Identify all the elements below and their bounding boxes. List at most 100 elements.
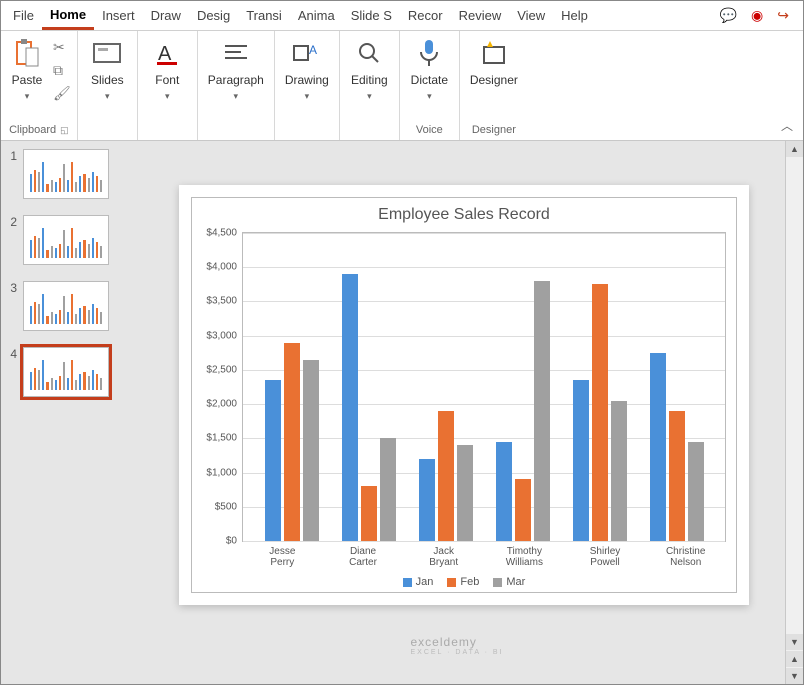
prev-slide-icon[interactable]: ▲: [786, 651, 803, 667]
tab-file[interactable]: File: [5, 3, 42, 28]
tab-review[interactable]: Review: [451, 3, 510, 28]
tab-draw[interactable]: Draw: [143, 3, 189, 28]
font-icon: A: [151, 37, 183, 69]
slide-thumbnails: 1234: [1, 141, 129, 684]
x-label: TimothyWilliams: [484, 544, 565, 570]
thumbnail-number: 3: [5, 281, 17, 295]
format-painter-icon[interactable]: 🖌: [53, 85, 71, 102]
bar: [592, 284, 608, 541]
slide[interactable]: Employee Sales Record $0$500$1,000$1,500…: [179, 185, 749, 605]
bar-group: [561, 233, 638, 541]
quick-access: 💬 ◉ ↪: [720, 7, 799, 24]
bar: [303, 360, 319, 541]
tab-design[interactable]: Desig: [189, 3, 238, 28]
comment-icon[interactable]: 💬: [720, 7, 737, 24]
y-tick: $4,000: [197, 262, 237, 273]
dialog-launcher-icon[interactable]: ◱: [60, 125, 69, 136]
group-slides: Slides ▾: [78, 31, 138, 140]
bar: [284, 343, 300, 541]
y-tick: $2,000: [197, 399, 237, 410]
x-label: JackBryant: [403, 544, 484, 570]
bar: [342, 274, 358, 541]
y-tick: $0: [197, 536, 237, 547]
y-tick: $2,500: [197, 364, 237, 375]
shapes-icon: A: [291, 37, 323, 69]
designer-button[interactable]: Designer: [466, 35, 522, 89]
bar: [496, 442, 512, 541]
tab-view[interactable]: View: [509, 3, 553, 28]
group-clipboard: Paste ▾ ✂ ⧉ 🖌 Clipboard◱: [1, 31, 78, 140]
y-tick: $1,000: [197, 467, 237, 478]
group-voice: Dictate ▾ Voice: [400, 31, 460, 140]
thumbnail-2[interactable]: [23, 215, 109, 265]
paste-button[interactable]: Paste ▾: [7, 35, 47, 104]
paragraph-icon: [220, 37, 252, 69]
paragraph-button[interactable]: Paragraph ▾: [204, 35, 268, 104]
editing-button[interactable]: Editing ▾: [347, 35, 392, 104]
dictate-button[interactable]: Dictate ▾: [407, 35, 452, 104]
thumbnail-row: 4: [5, 347, 125, 397]
font-button[interactable]: A Font ▾: [147, 35, 187, 104]
group-designer: Designer Designer: [460, 31, 528, 140]
bar-group: [638, 233, 715, 541]
slides-button[interactable]: Slides ▾: [87, 35, 128, 104]
bar: [419, 459, 435, 541]
thumbnail-3[interactable]: [23, 281, 109, 331]
tab-insert[interactable]: Insert: [94, 3, 143, 28]
next-slide-icon[interactable]: ▼: [786, 668, 803, 684]
legend-item: Feb: [447, 576, 479, 588]
watermark: exceldemy EXCEL · DATA · BI: [411, 635, 504, 656]
bar: [611, 401, 627, 541]
collapse-ribbon-icon[interactable]: ︿: [771, 111, 803, 140]
group-paragraph: Paragraph ▾: [198, 31, 275, 140]
designer-icon: [478, 37, 510, 69]
share-icon[interactable]: ↪: [777, 7, 789, 24]
thumbnail-4[interactable]: [23, 347, 109, 397]
tab-slideshow[interactable]: Slide S: [343, 3, 400, 28]
bar-group: [484, 233, 561, 541]
record-icon[interactable]: ◉: [751, 7, 763, 24]
copy-icon[interactable]: ⧉: [53, 62, 71, 79]
legend-item: Mar: [493, 576, 525, 588]
tab-animations[interactable]: Anima: [290, 3, 343, 28]
chart[interactable]: Employee Sales Record $0$500$1,000$1,500…: [191, 197, 737, 593]
y-tick: $500: [197, 501, 237, 512]
bar-group: [253, 233, 330, 541]
bar: [688, 442, 704, 541]
bar: [573, 380, 589, 541]
chevron-down-icon: ▾: [25, 91, 30, 102]
bar: [361, 486, 377, 541]
chart-x-labels: JessePerryDianeCarterJackBryantTimothyWi…: [242, 544, 726, 570]
cut-icon[interactable]: ✂: [53, 39, 71, 56]
workspace: 1234 Employee Sales Record $0$500$1,000$…: [1, 141, 803, 684]
tab-transitions[interactable]: Transi: [238, 3, 290, 28]
y-tick: $3,500: [197, 296, 237, 307]
thumbnail-row: 2: [5, 215, 125, 265]
vertical-scrollbar[interactable]: ▲ ▼ ▲ ▼: [785, 141, 803, 684]
bar: [438, 411, 454, 541]
bar: [534, 281, 550, 541]
x-label: ChristineNelson: [645, 544, 726, 570]
bar: [669, 411, 685, 541]
slide-canvas[interactable]: Employee Sales Record $0$500$1,000$1,500…: [129, 141, 785, 684]
bar: [457, 445, 473, 541]
bar: [380, 438, 396, 541]
search-icon: [353, 37, 385, 69]
x-label: ShirleyPowell: [565, 544, 646, 570]
tab-record[interactable]: Recor: [400, 3, 451, 28]
thumbnail-1[interactable]: [23, 149, 109, 199]
tab-help[interactable]: Help: [553, 3, 596, 28]
y-tick: $4,500: [197, 228, 237, 239]
bar: [650, 353, 666, 541]
svg-text:A: A: [309, 43, 317, 57]
chart-plot-area: $0$500$1,000$1,500$2,000$2,500$3,000$3,5…: [242, 232, 726, 542]
drawing-button[interactable]: A Drawing ▾: [281, 35, 333, 104]
bar: [515, 479, 531, 541]
chart-title: Employee Sales Record: [192, 198, 736, 228]
slides-icon: [91, 37, 123, 69]
scroll-down-icon[interactable]: ▼: [786, 634, 803, 650]
x-label: JessePerry: [242, 544, 323, 570]
scroll-up-icon[interactable]: ▲: [786, 141, 803, 157]
group-drawing: A Drawing ▾: [275, 31, 340, 140]
tab-home[interactable]: Home: [42, 2, 94, 30]
